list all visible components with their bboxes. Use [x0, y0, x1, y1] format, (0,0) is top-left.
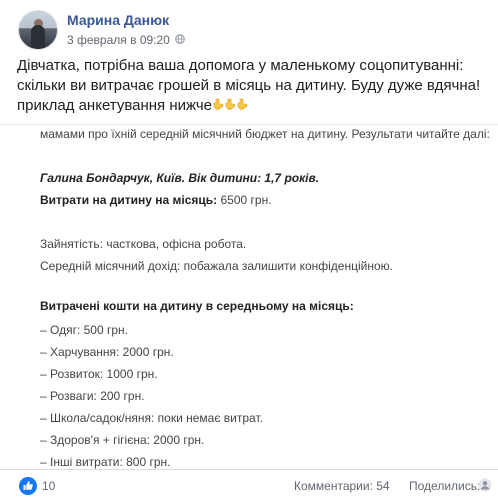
expense-item: – Харчування: 2000 грн. [40, 345, 174, 359]
employment-text: Зайнятість: часткова, офісна робота. [40, 237, 247, 251]
author-name[interactable]: Марина Данюк [67, 12, 169, 28]
expense-item: – Інші витрати: 800 грн. [40, 455, 171, 469]
income-text: Середній місячний дохід: побажала залиши… [40, 259, 393, 273]
like-count[interactable]: 10 [42, 479, 55, 493]
point-down-emoji [213, 98, 224, 110]
expenses-line: Витрати на дитину на місяць: 6500 грн. [40, 193, 272, 207]
post-text: Дівчатка, потрібна ваша допомога у мален… [17, 56, 491, 116]
post-footer: 10 Комментарии: 54 Поделились: 1 [0, 469, 498, 502]
expenses-label: Витрати на дитину на місяць: [40, 193, 218, 207]
globe-icon [175, 34, 185, 44]
comments-count[interactable]: Комментарии: 54 [294, 479, 390, 493]
expense-item: – Розваги: 200 грн. [40, 389, 145, 403]
point-down-emoji [237, 98, 248, 110]
attached-image[interactable]: мамами про їхній середній місячний бюдже… [0, 124, 498, 470]
post-header: Марина Данюк 3 февраля в 09:20 [0, 0, 498, 56]
facebook-post: Марина Данюк 3 февраля в 09:20 Дівчатка,… [0, 0, 498, 501]
expense-item: – Розвиток: 1000 грн. [40, 367, 158, 381]
seen-by-icon[interactable] [478, 478, 492, 492]
person-info: Галина Бондарчук, Київ. Вік дитини: 1,7 … [40, 171, 320, 185]
post-body-text: Дівчатка, потрібна ваша допомога у мален… [17, 57, 481, 114]
avatar-person-body [31, 25, 45, 49]
like-icon[interactable] [19, 477, 37, 495]
post-date[interactable]: 3 февраля в 09:20 [67, 33, 170, 47]
expense-item: – Здоров'я + гігієна: 2000 грн. [40, 433, 205, 447]
expenses-value: 6500 грн. [217, 193, 272, 207]
avatar[interactable] [18, 10, 58, 50]
expense-item: – Одяг: 500 грн. [40, 323, 128, 337]
intro-text: мамами про їхній середній місячний бюдже… [40, 127, 490, 141]
breakdown-title: Витрачені кошти на дитину в середньому н… [40, 299, 354, 313]
expense-item: – Школа/садок/няня: поки немає витрат. [40, 411, 263, 425]
point-down-emoji [225, 98, 236, 110]
